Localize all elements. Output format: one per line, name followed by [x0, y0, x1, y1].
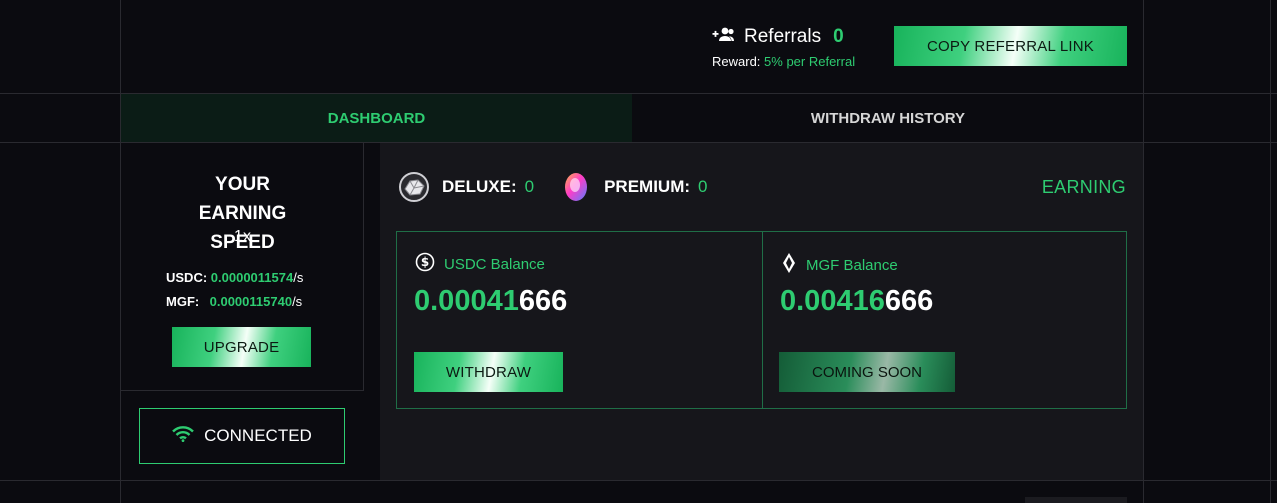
usdc-rate-row: USDC: 0.0000011574/s	[166, 270, 303, 285]
mgf-balance-value-green: 0.00416	[780, 285, 885, 317]
usdc-balance-value-white: 666	[518, 285, 568, 317]
mgf-rate-label: MGF:	[166, 294, 200, 309]
usdc-rate-value: 0.0000011574	[210, 270, 294, 285]
usdc-balance-value-green: 0.00041	[414, 285, 519, 317]
referrals-row: Referrals 0	[712, 26, 855, 48]
reward-value: 5% per Referral	[764, 54, 856, 69]
speed-multiplier: 1x	[234, 228, 251, 245]
grid-line-bottom	[0, 480, 1277, 481]
earning-speed-panel: YOUR EARNING SPEED 1x USDC: 0.0000011574…	[121, 143, 364, 391]
bottom-partial-element	[1025, 497, 1127, 503]
usdc-balance-label: USDC Balance	[444, 255, 545, 273]
upgrade-button[interactable]: UPGRADE	[172, 327, 311, 367]
dollar-coin-icon: $	[415, 252, 435, 276]
mgf-balance-value: 0.00416666	[780, 285, 933, 318]
wifi-icon	[172, 425, 195, 447]
connection-status[interactable]: CONNECTED	[139, 408, 345, 464]
svg-text:$: $	[421, 255, 429, 269]
grid-line-right	[1143, 0, 1144, 503]
referrals-block: Referrals 0 Reward: 5% per Referral	[712, 26, 855, 69]
connection-status-label: CONNECTED	[204, 426, 312, 445]
mgf-balance-label: MGF Balance	[806, 256, 898, 274]
mgf-balance-header: MGF Balance	[781, 252, 898, 278]
premium-count: 0	[698, 177, 708, 196]
premium-label: PREMIUM:	[604, 177, 691, 196]
usdc-rate-label: USDC:	[166, 270, 208, 285]
mgf-rate-unit: /s	[292, 294, 303, 309]
tier-row: DELUXE: 0 PREMIUM: 0	[398, 171, 708, 203]
reward-label: Reward:	[712, 54, 761, 69]
usdc-balance-value: 0.00041666	[414, 285, 567, 318]
copy-referral-link-button[interactable]: COPY REFERRAL LINK	[894, 26, 1127, 66]
mgf-balance-value-white: 666	[884, 285, 934, 317]
mgf-balance-card: MGF Balance 0.00416666 COMING SOON	[763, 232, 1127, 408]
coming-soon-button[interactable]: COMING SOON	[779, 352, 955, 392]
mgf-rate-value: 0.0000115740	[209, 294, 293, 309]
reward-line: Reward: 5% per Referral	[712, 54, 855, 69]
mgf-diamond-icon	[781, 252, 797, 278]
deluxe-gem-icon	[398, 171, 430, 203]
balances-box: $ USDC Balance 0.00041666 WITHDRAW MGF B…	[396, 231, 1127, 409]
referrals-count: 0	[833, 26, 844, 47]
dashboard-main-panel: DELUXE: 0 PREMIUM: 0 EARNING $ USDC Bala…	[380, 143, 1143, 480]
deluxe-label: DELUXE:	[442, 177, 517, 196]
grid-line-far-right	[1270, 0, 1271, 503]
tab-dashboard[interactable]: DASHBOARD	[121, 94, 632, 142]
premium-gem-icon	[560, 171, 592, 203]
usdc-rate-unit: /s	[293, 270, 304, 285]
usdc-balance-header: $ USDC Balance	[415, 252, 545, 276]
referrals-label: Referrals	[744, 26, 822, 47]
deluxe-count: 0	[524, 177, 535, 196]
mgf-rate-row: MGF: 0.0000115740/s	[166, 294, 302, 309]
usdc-balance-card: $ USDC Balance 0.00041666 WITHDRAW	[397, 232, 761, 408]
add-users-icon	[712, 26, 736, 49]
withdraw-button[interactable]: WITHDRAW	[414, 352, 563, 392]
tab-withdraw-history[interactable]: WITHDRAW HISTORY	[633, 94, 1143, 142]
earning-status: EARNING	[1041, 177, 1126, 197]
